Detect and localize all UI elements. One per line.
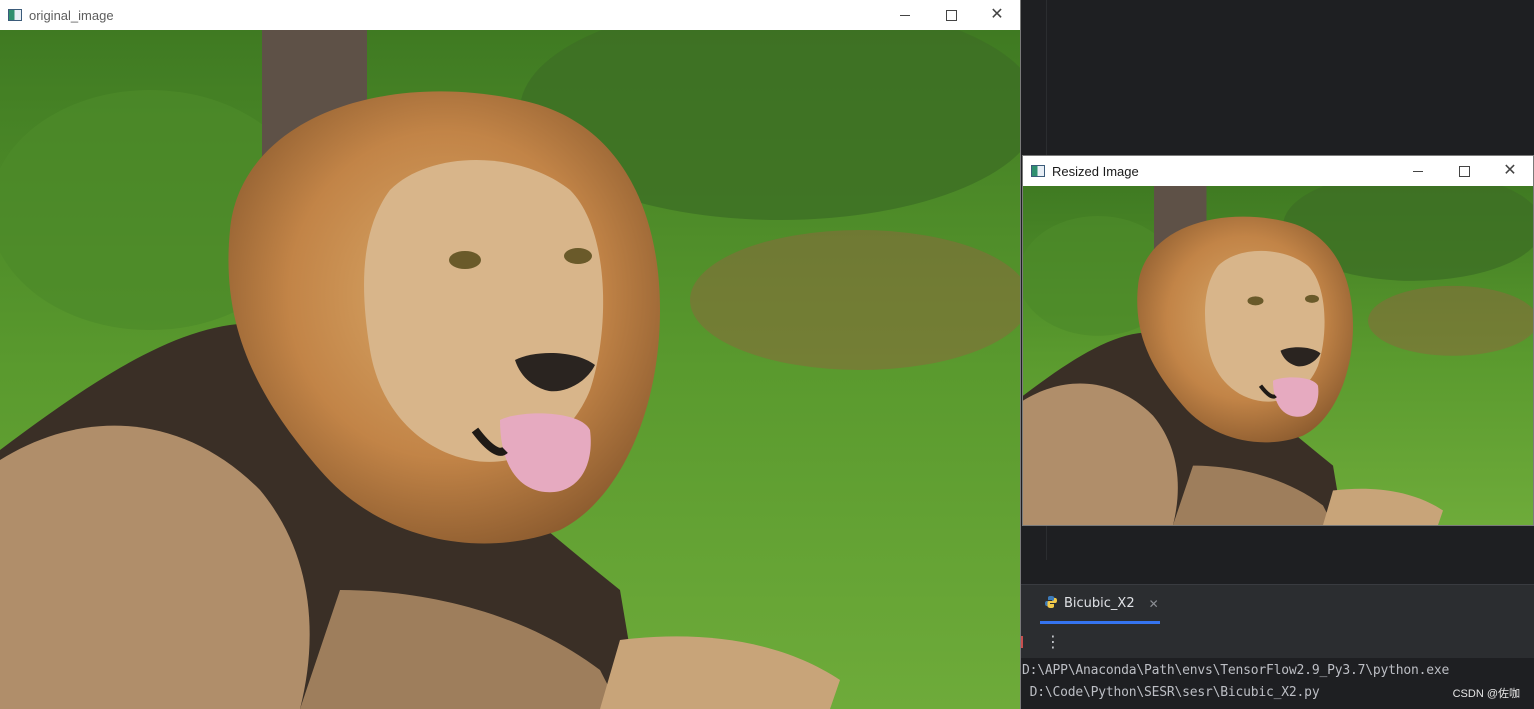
close-icon[interactable]: ✕	[1149, 597, 1159, 611]
window-titlebar[interactable]: original_image ✕	[0, 0, 1020, 30]
minimize-button[interactable]	[882, 0, 928, 30]
close-button[interactable]: ✕	[1487, 156, 1533, 186]
stop-indicator[interactable]	[1020, 636, 1023, 648]
window-app-icon	[8, 9, 22, 21]
console-line: D:\Code\Python\SESR\sesr\Bicubic_X2.py	[1022, 685, 1320, 700]
run-tab-bicubic[interactable]: Bicubic_X2 ✕	[1040, 586, 1160, 624]
resized-image-window[interactable]: Resized Image ✕	[1023, 156, 1533, 525]
close-icon: ✕	[1503, 162, 1517, 179]
console-line: D:\APP\Anaconda\Path\envs\TensorFlow2.9_…	[1022, 663, 1450, 678]
lion-photo	[1023, 186, 1533, 525]
window-titlebar[interactable]: Resized Image ✕	[1023, 156, 1533, 186]
original-image-window[interactable]: original_image ✕	[0, 0, 1020, 709]
minimize-icon	[900, 14, 910, 16]
run-tab-label: Bicubic_X2	[1064, 596, 1135, 611]
maximize-button[interactable]	[928, 0, 974, 30]
image-canvas	[0, 30, 1020, 709]
image-canvas	[1023, 186, 1533, 525]
minimize-button[interactable]	[1395, 156, 1441, 186]
close-button[interactable]: ✕	[974, 0, 1020, 30]
window-title: original_image	[29, 7, 114, 23]
python-icon	[1044, 595, 1058, 613]
minimize-icon	[1413, 170, 1423, 172]
watermark: CSDN @佐咖	[1452, 688, 1520, 700]
maximize-button[interactable]	[1441, 156, 1487, 186]
lion-photo	[0, 30, 1020, 709]
window-app-icon	[1031, 165, 1045, 177]
maximize-icon	[1458, 165, 1470, 177]
more-options-icon[interactable]: ⋮	[1045, 632, 1061, 651]
maximize-icon	[945, 9, 957, 21]
run-toolbar	[1020, 626, 1534, 658]
close-icon: ✕	[990, 6, 1004, 23]
window-title: Resized Image	[1052, 163, 1139, 179]
